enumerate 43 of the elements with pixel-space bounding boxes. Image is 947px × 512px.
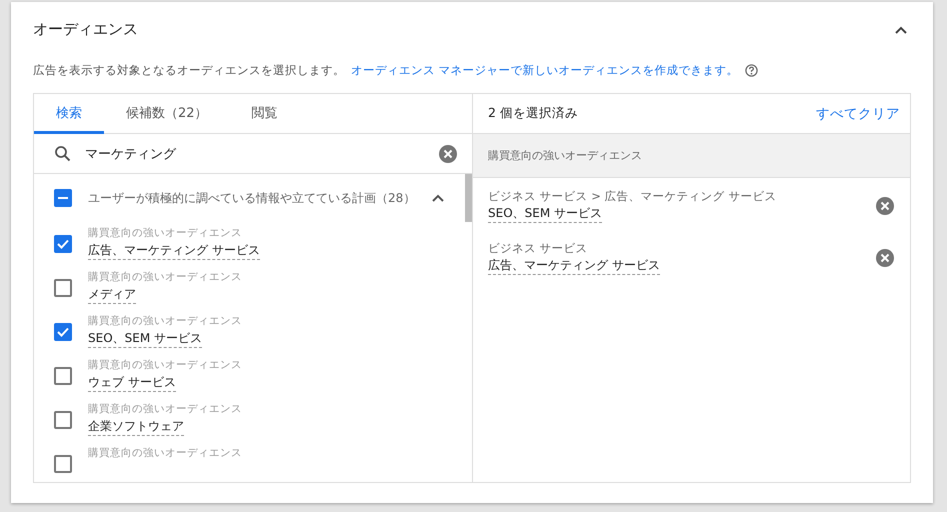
category-label: 購買意向の強いオーディエンス [88,446,243,461]
audience-name: メディア [88,286,136,304]
audience-manager-link[interactable]: オーディエンス マネージャーで新しいオーディエンスを作成できます。 [351,62,739,78]
audience-name: 企業ソフトウェア [88,418,184,436]
help-icon[interactable] [744,64,758,76]
checkbox[interactable] [54,323,72,341]
remove-icon[interactable] [876,249,894,267]
scrollbar[interactable] [465,174,472,222]
checkbox[interactable] [54,455,72,473]
category-label: 購買意向の強いオーディエンス [88,270,243,285]
clear-all-link[interactable]: すべてクリア [816,104,900,122]
section-title: オーディエンス [33,20,138,39]
category-label: 購買意向の強いオーディエンス [88,358,243,373]
audience-name: 広告、マーケティング サービス [88,242,260,260]
chevron-up-icon[interactable] [432,194,444,202]
checkmark-icon [57,327,69,337]
minus-icon [58,197,68,199]
checkmark-icon [57,239,69,249]
selected-count: 2 個を選択済み [488,105,578,122]
checkbox[interactable] [54,367,72,385]
tab[interactable]: 検索 [34,94,104,134]
audience-name: SEO、SEM サービス [488,205,602,223]
group-label: ユーザーが積極的に調べている情報や立てている計画（28） [88,190,416,206]
audience-name: ウェブ サービス [88,374,176,392]
category-label: 購買意向の強いオーディエンス [88,402,243,417]
search-icon [54,145,71,162]
chevron-up-icon[interactable] [895,26,907,34]
remove-icon[interactable] [876,197,894,215]
description-text: 広告を表示する対象となるオーディエンスを選択します。 [33,62,345,78]
category-path: ビジネス サービス [488,241,589,256]
category-path: ビジネス サービス > 広告、マーケティング サービス [488,189,778,204]
checkbox[interactable] [54,189,72,207]
checkbox[interactable] [54,411,72,429]
clear-search-icon[interactable] [439,144,457,162]
tab[interactable]: 候補数（22） [104,94,230,134]
checkbox[interactable] [54,235,72,253]
category-label: 購買意向の強いオーディエンス [88,314,243,329]
audience-name: SEO、SEM サービス [88,330,202,348]
tab[interactable]: 閲覧 [230,94,300,134]
category-label: 購買意向の強いオーディエンス [88,226,243,241]
checkbox[interactable] [54,279,72,297]
group-header: 購買意向の強いオーディエンス [473,134,910,178]
audience-name: 広告、マーケティング サービス [488,257,660,275]
